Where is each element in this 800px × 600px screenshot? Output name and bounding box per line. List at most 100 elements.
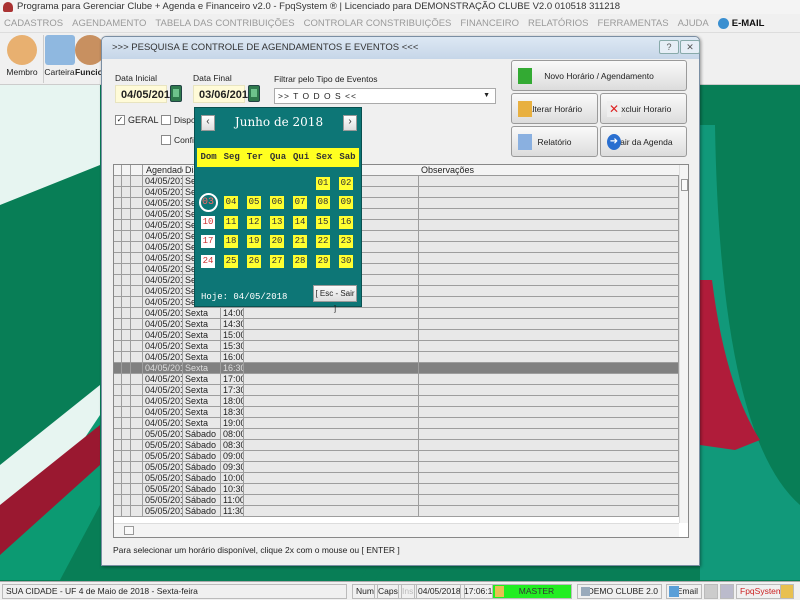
calendar-day[interactable]: 02 (339, 176, 353, 190)
event-type-select[interactable]: >> T O D O S << ▼ (274, 88, 496, 104)
novo-horario-button[interactable]: Novo Horário / Agendamento (511, 60, 687, 91)
table-row[interactable]: 05/05/2018Sábado08:30 (114, 440, 679, 451)
table-row[interactable]: 04/05/2018Sexta18:00 (114, 396, 679, 407)
table-row[interactable]: 04/05/2018Sexta15:30 (114, 341, 679, 352)
calendar-day[interactable]: 21 (293, 235, 307, 249)
calendar-day[interactable]: 11 (224, 215, 238, 229)
table-row[interactable]: 04/05/2018Sexta15:00 (114, 330, 679, 341)
col-observacoes[interactable]: Observações (419, 165, 679, 176)
agenda-dialog: >>> PESQUISA E CONTROLE DE AGENDAMENTOS … (101, 36, 700, 566)
calendar-day[interactable]: 04 (224, 196, 238, 210)
network-icon[interactable] (720, 584, 734, 599)
menu-ferramentas[interactable]: FERRAMENTAS (598, 18, 669, 29)
disponivel-checkbox[interactable] (161, 115, 171, 125)
calendar-day[interactable]: 17 (201, 235, 215, 249)
menu-tabela-contribuicoes[interactable]: TABELA DAS CONTRIBUIÇÕES (155, 18, 294, 29)
data-inicial-input[interactable]: 04/05/2018 (115, 85, 176, 103)
menu-ajuda[interactable]: AJUDA (678, 18, 709, 29)
next-month-button[interactable]: › (343, 115, 357, 131)
table-row[interactable]: 05/05/2018Sábado10:00 (114, 473, 679, 484)
table-row[interactable]: 04/05/2018Sexta14:30 (114, 319, 679, 330)
user-icon[interactable] (780, 584, 794, 599)
calendar-day[interactable]: 25 (224, 254, 238, 268)
confirmado-checkbox[interactable] (161, 135, 171, 145)
calendar-day[interactable]: 09 (339, 196, 353, 210)
table-row[interactable]: 04/05/2018Sexta14:00 (114, 308, 679, 319)
calendar-day[interactable]: 23 (339, 235, 353, 249)
table-cell (131, 264, 143, 275)
sair-agenda-button[interactable]: ➜ Sair da Agenda (600, 126, 687, 157)
table-row[interactable]: 05/05/2018Sábado09:00 (114, 451, 679, 462)
close-button[interactable]: ✕ (680, 40, 700, 54)
calendar-day[interactable]: 29 (316, 254, 330, 268)
calendar-day[interactable]: 05 (247, 196, 261, 210)
toolbar-carteira-button[interactable]: Carteira (43, 35, 75, 83)
help-button[interactable]: ? (659, 40, 679, 54)
table-cell (122, 440, 131, 451)
data-final-input[interactable]: 03/06/2018 (193, 85, 254, 103)
calendar-day[interactable]: 14 (293, 215, 307, 229)
excluir-horario-button[interactable]: ✕ Excluir Horario (600, 93, 687, 124)
table-cell (122, 374, 131, 385)
calendar-day[interactable]: 18 (224, 235, 238, 249)
table-cell (131, 407, 143, 418)
calendar-close-button[interactable]: [ Esc - Sair ] (313, 285, 357, 313)
table-row[interactable]: 04/05/2018Sexta16:30 (114, 363, 679, 374)
calendar-day[interactable]: 20 (270, 235, 284, 249)
calendar-day[interactable]: 08 (316, 196, 330, 210)
table-row[interactable]: 05/05/2018Sábado11:30 (114, 506, 679, 517)
menu-email[interactable]: E-MAIL (717, 17, 764, 29)
menu-agendamento[interactable]: AGENDAMENTO (72, 18, 146, 29)
menu-relatorios[interactable]: RELATÓRIOS (528, 18, 589, 29)
calendar-icon[interactable] (248, 85, 260, 102)
table-row[interactable]: 05/05/2018Sábado10:30 (114, 484, 679, 495)
scroll-thumb[interactable] (681, 179, 688, 191)
calendar-day[interactable]: 01 (316, 176, 330, 190)
calendar-day[interactable]: 28 (293, 254, 307, 268)
calendar-day[interactable]: 07 (293, 196, 307, 210)
toolbar-membro-button[interactable]: Membro (6, 35, 38, 83)
calendar-icon[interactable] (170, 85, 182, 102)
alterar-horario-button[interactable]: Alterar Horário (511, 93, 598, 124)
horizontal-scrollbar[interactable] (114, 523, 679, 537)
col-agendado[interactable]: Agendado (143, 165, 183, 176)
calendar-day[interactable]: 06 (270, 196, 284, 210)
menu-controlar-contribuicoes[interactable]: CONTROLAR CONSTRIBUIÇÕES (304, 18, 452, 29)
printer-icon[interactable] (704, 584, 718, 599)
table-cell (419, 495, 679, 506)
calendar-day[interactable]: 22 (316, 235, 330, 249)
status-email-button[interactable]: Email (666, 584, 702, 599)
table-cell (419, 374, 679, 385)
calendar-day[interactable]: 13 (270, 215, 284, 229)
calendar-day[interactable]: 15 (316, 215, 330, 229)
relatorio-button[interactable]: Relatório (511, 126, 598, 157)
cell-dia: Sábado (183, 462, 221, 473)
table-row[interactable]: 05/05/2018Sábado11:00 (114, 495, 679, 506)
vertical-scrollbar[interactable] (679, 165, 688, 523)
calendar-day[interactable]: 26 (247, 254, 261, 268)
table-row[interactable]: 05/05/2018Sábado09:30 (114, 462, 679, 473)
calendar-day[interactable]: 30 (339, 254, 353, 268)
event-type-value: >> T O D O S << (278, 91, 357, 101)
table-cell (114, 231, 122, 242)
calendar-day[interactable]: 16 (339, 215, 353, 229)
table-row[interactable]: 04/05/2018Sexta17:00 (114, 374, 679, 385)
menu-cadastros[interactable]: CADASTROS (4, 18, 63, 29)
calendar-day[interactable]: 10 (201, 215, 215, 229)
calendar-day[interactable]: 03 (198, 192, 218, 212)
table-cell (244, 352, 419, 363)
calendar-day[interactable]: 12 (247, 215, 261, 229)
table-row[interactable]: 04/05/2018Sexta17:30 (114, 385, 679, 396)
table-row[interactable]: 04/05/2018Sexta16:00 (114, 352, 679, 363)
geral-checkbox[interactable]: ✓ (115, 115, 125, 125)
table-cell (244, 429, 419, 440)
calendar-day[interactable]: 27 (270, 254, 284, 268)
calendar-day[interactable]: 24 (201, 254, 215, 268)
calendar-day[interactable]: 19 (247, 235, 261, 249)
scroll-thumb[interactable] (124, 526, 134, 535)
table-row[interactable]: 04/05/2018Sexta19:00 (114, 418, 679, 429)
table-row[interactable]: 05/05/2018Sábado08:00 (114, 429, 679, 440)
cell-agendado: 04/05/2018 (143, 264, 183, 275)
menu-financeiro[interactable]: FINANCEIRO (460, 18, 519, 29)
table-row[interactable]: 04/05/2018Sexta18:30 (114, 407, 679, 418)
